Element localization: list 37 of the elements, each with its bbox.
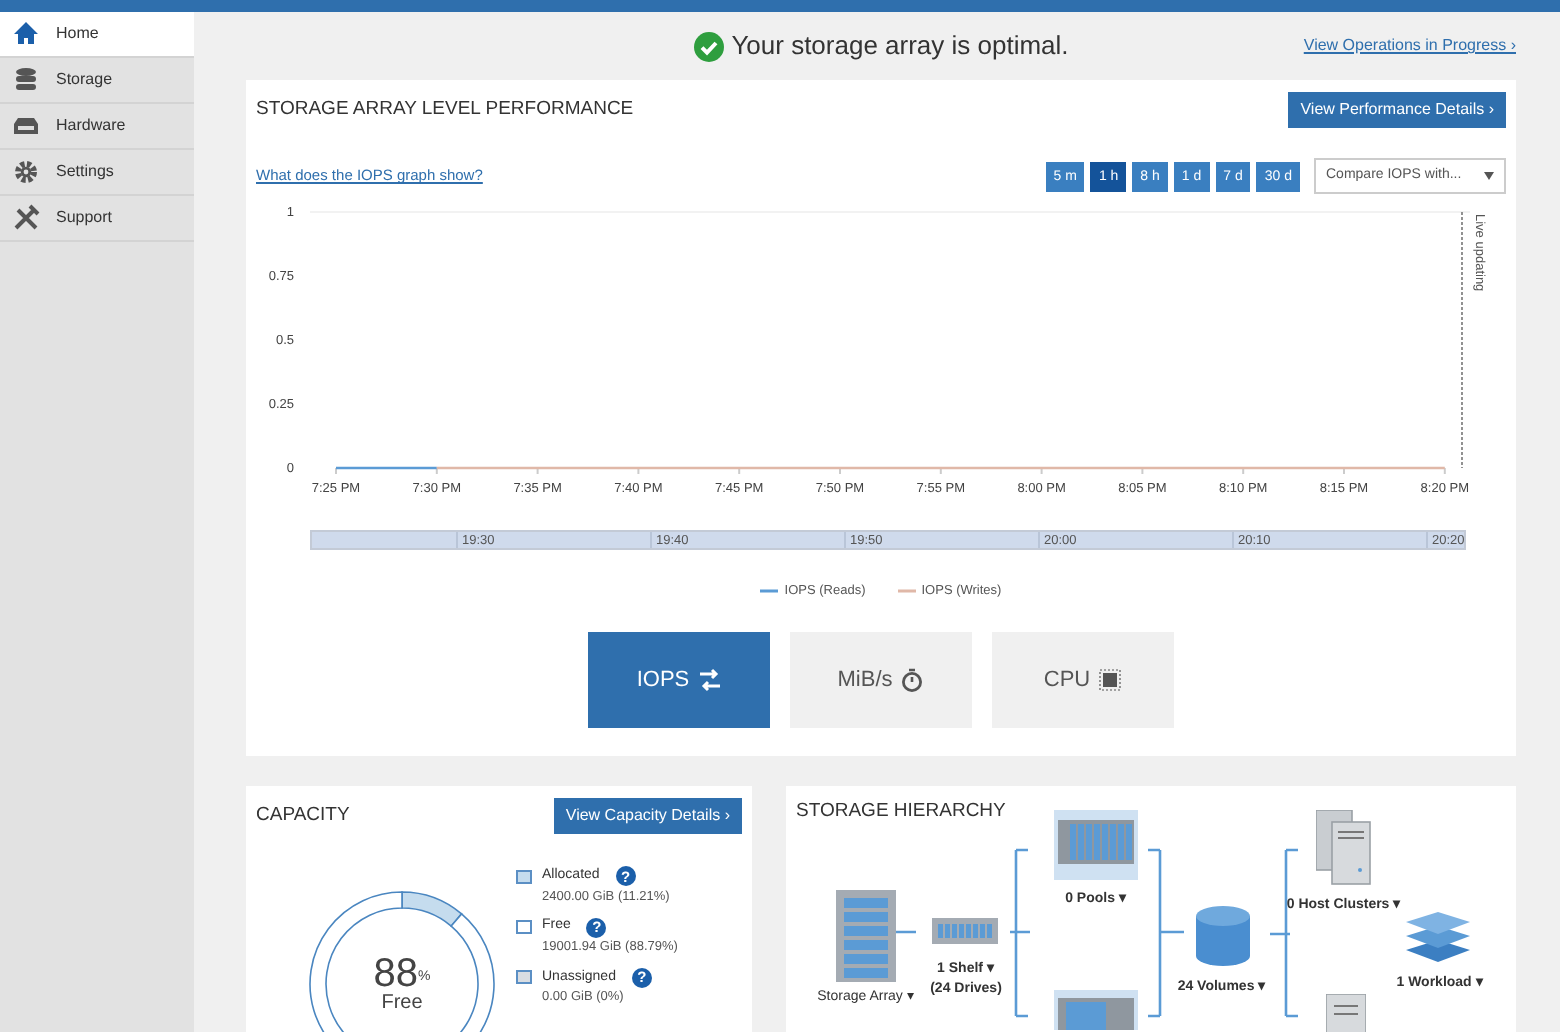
sidebar-item[interactable]: Support [0, 196, 194, 242]
home-icon [12, 20, 40, 48]
database-icon [12, 66, 40, 94]
settings-icon [12, 158, 40, 186]
volume-cylinder-icon [1196, 906, 1250, 966]
status-message: Your storage array is optimal. [731, 28, 1069, 65]
pool-drives-icon [1054, 810, 1138, 880]
performance-details-button[interactable]: View Performance Details › [1288, 92, 1506, 128]
capacity-details-button[interactable]: View Capacity Details › [553, 798, 742, 834]
sidebar-item[interactable]: Settings [0, 150, 194, 196]
chip-icon [1098, 667, 1123, 692]
hardware-icon [12, 112, 40, 140]
sidebar-item[interactable]: Storage [0, 58, 194, 104]
metric-tab[interactable]: CPU [992, 631, 1174, 728]
metric-tab[interactable]: MiB/s [790, 631, 972, 728]
card-title: STORAGE HIERARCHY [796, 798, 1008, 826]
free-label: Free [379, 994, 425, 1014]
card-title: STORAGE ARRAY LEVEL PERFORMANCE [256, 95, 634, 124]
legend-swatch-icon [897, 588, 916, 595]
stopwatch-icon [900, 667, 925, 692]
server-icon [1326, 994, 1366, 1032]
operations-link[interactable]: View Operations in Progress › [1303, 34, 1516, 58]
caret-icon [1484, 172, 1494, 180]
sidebar-item[interactable]: Hardware [0, 104, 194, 150]
check-icon [693, 31, 724, 61]
percentage-value: 88 [373, 952, 418, 996]
drive-shelf-icon [932, 918, 998, 944]
storage-array-icon [836, 890, 896, 982]
legend-swatch-icon [760, 588, 779, 595]
percent-unit: % [418, 969, 431, 983]
pool-drives-icon [1054, 990, 1138, 1030]
swap-arrows-icon [697, 667, 722, 692]
server-icon [1316, 810, 1372, 886]
metric-tab[interactable]: IOPS [588, 631, 770, 728]
card-title: CAPACITY [256, 801, 350, 830]
sidebar-item[interactable]: Home [0, 12, 194, 58]
tools-icon [12, 204, 40, 232]
